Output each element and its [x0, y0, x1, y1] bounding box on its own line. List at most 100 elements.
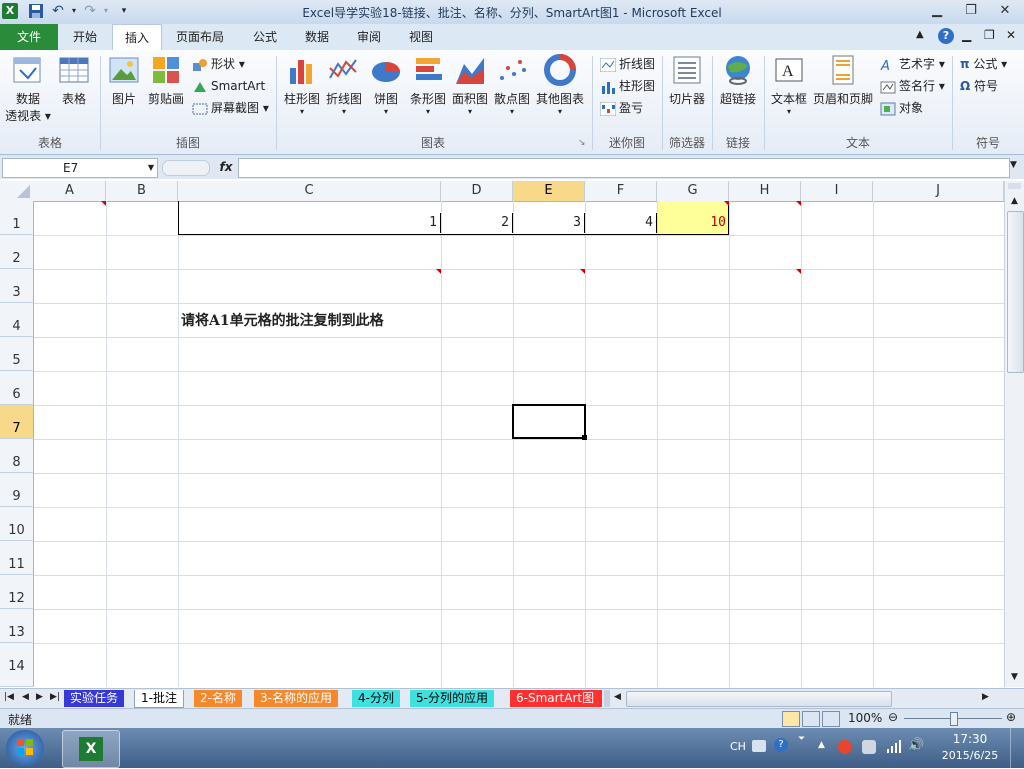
row-header-4[interactable]: 4 — [0, 303, 34, 337]
minimize-icon[interactable]: ▁ — [924, 2, 950, 20]
tab-review[interactable]: 审阅 — [346, 24, 392, 50]
zoom-in-icon[interactable]: ⊕ — [1006, 710, 1016, 724]
cell-g1[interactable]: 10 — [657, 213, 729, 233]
row-header-8[interactable]: 8 — [0, 439, 34, 473]
row-header-2[interactable]: 2 — [0, 235, 34, 269]
zoom-level[interactable]: 100% — [848, 711, 882, 725]
sheet-tab-split[interactable]: 4-分列 — [352, 690, 400, 707]
comment-indicator-h3[interactable] — [796, 269, 801, 274]
row-header-9[interactable]: 9 — [0, 473, 34, 507]
zoom-out-icon[interactable]: ⊖ — [888, 710, 898, 724]
area-chart-button[interactable]: 面积图 ▾ — [450, 54, 490, 116]
comment-indicator-a1[interactable] — [101, 201, 106, 206]
other-charts-button[interactable]: 其他图表 ▾ — [534, 54, 586, 116]
hscroll-right-icon[interactable]: ▶ — [982, 692, 989, 702]
screenshot-button[interactable]: 屏幕截图 ▾ — [192, 98, 269, 118]
sheet-tab-names[interactable]: 2-名称 — [194, 690, 242, 707]
comment-indicator-e3[interactable] — [580, 269, 585, 274]
network-icon[interactable] — [886, 739, 902, 756]
column-header-j[interactable]: J — [873, 181, 1004, 201]
collapse-ribbon-icon[interactable]: ▲ — [916, 29, 924, 40]
sparkline-line-button[interactable]: 折线图 — [599, 54, 655, 74]
comment-indicator-h1[interactable] — [796, 201, 801, 206]
column-header-a[interactable]: A — [34, 181, 106, 201]
windows-start-icon[interactable] — [6, 730, 44, 766]
symbol-button[interactable]: Ω 符号 — [960, 76, 998, 96]
clock-time[interactable]: 17:30 — [940, 732, 1000, 746]
vertical-scrollbar[interactable]: ▲ ▼ — [1004, 181, 1024, 687]
row-header-12[interactable]: 12 — [0, 575, 34, 609]
pivot-table-button[interactable]: 数据 透视表 ▾ — [4, 54, 52, 124]
tab-formulas[interactable]: 公式 — [242, 24, 288, 50]
cell-c4[interactable]: 请将A1单元格的批注复制到此格 — [181, 310, 481, 330]
show-hidden-icons[interactable]: ▲ — [818, 740, 825, 750]
tab-home[interactable]: 开始 — [62, 24, 108, 50]
ime-indicator[interactable]: CH — [730, 740, 746, 753]
prev-sheet-icon[interactable]: ◀ — [22, 692, 29, 702]
column-header-g[interactable]: G — [657, 181, 729, 201]
column-header-f[interactable]: F — [585, 181, 657, 201]
hscroll-left-icon[interactable]: ◀ — [614, 692, 621, 702]
normal-view-icon[interactable] — [782, 711, 800, 727]
row-header-10[interactable]: 10 — [0, 507, 34, 541]
sparkline-column-button[interactable]: 柱形图 — [600, 76, 655, 96]
action-center-icon[interactable] — [862, 740, 876, 754]
row-header-13[interactable]: 13 — [0, 609, 34, 643]
formula-bar-resize-handle[interactable] — [162, 160, 210, 176]
smartart-button[interactable]: SmartArt — [192, 76, 265, 96]
clipart-button[interactable]: 剪贴画 — [146, 54, 186, 107]
textbox-button[interactable]: A 文本框 ▾ — [768, 54, 810, 116]
sheet-tab-smartart[interactable]: 6-SmartArt图 — [510, 690, 602, 707]
close-icon[interactable]: ✕ — [992, 2, 1018, 20]
cell-c1[interactable]: 1 — [178, 213, 441, 233]
select-all-corner[interactable] — [0, 181, 35, 202]
first-sheet-icon[interactable]: |◀ — [4, 692, 14, 702]
object-button[interactable]: 对象 — [880, 98, 923, 118]
comment-indicator-g1[interactable] — [724, 201, 729, 206]
fill-handle[interactable] — [582, 435, 587, 440]
doc-minimize-icon[interactable]: ▁ — [962, 28, 971, 42]
formula-input[interactable] — [238, 158, 1010, 178]
signature-button[interactable]: 签名行 ▾ — [880, 76, 945, 96]
sparkline-winloss-button[interactable]: 盈亏 — [599, 98, 643, 118]
pie-chart-button[interactable]: 饼图 ▾ — [368, 54, 404, 116]
volume-icon[interactable]: 🔊 — [908, 738, 924, 753]
wordart-button[interactable]: A 艺术字 ▾ — [880, 54, 945, 74]
expand-formula-bar-icon[interactable]: ▼ — [1010, 160, 1017, 170]
cell-e1[interactable]: 3 — [513, 213, 585, 233]
row-header-3[interactable]: 3 — [0, 269, 34, 303]
insert-function-icon[interactable]: fx — [214, 158, 238, 176]
row-header-14[interactable]: 14 — [0, 643, 34, 687]
column-header-b[interactable]: B — [106, 181, 178, 201]
shapes-button[interactable]: 形状 ▾ — [192, 54, 245, 74]
row-header-1[interactable]: 1 — [0, 201, 34, 235]
table-button[interactable]: 表格 — [56, 54, 92, 107]
sheet-tab-comments[interactable]: 1-批注 — [134, 690, 184, 708]
column-header-e[interactable]: E — [513, 181, 585, 201]
ime-options-icon[interactable]: ⏷ — [798, 734, 805, 744]
row-header-5[interactable]: 5 — [0, 337, 34, 371]
next-sheet-icon[interactable]: ▶ — [36, 692, 43, 702]
page-layout-view-icon[interactable] — [802, 711, 820, 727]
page-break-view-icon[interactable] — [822, 711, 840, 727]
column-header-d[interactable]: D — [441, 181, 513, 201]
slicer-button[interactable]: 切片器 — [666, 54, 708, 107]
sheet-tab-names-usage[interactable]: 3-名称的应用 — [254, 690, 338, 707]
last-sheet-icon[interactable]: ▶| — [50, 692, 60, 702]
zoom-slider-thumb[interactable] — [950, 712, 958, 726]
picture-button[interactable]: 图片 — [106, 54, 142, 107]
cell-f1[interactable]: 4 — [585, 213, 657, 233]
security-tray-icon[interactable] — [838, 740, 852, 754]
hyperlink-button[interactable]: 超链接 — [716, 54, 760, 107]
sheet-tab-split-usage[interactable]: 5-分列的应用 — [410, 690, 494, 707]
row-header-11[interactable]: 11 — [0, 541, 34, 575]
horizontal-scroll-thumb[interactable] — [626, 691, 892, 707]
column-header-i[interactable]: I — [801, 181, 873, 201]
selected-cell-e7[interactable] — [512, 404, 586, 439]
name-box[interactable]: E7 ▼ — [2, 158, 158, 178]
column-chart-button[interactable]: 柱形图 ▾ — [282, 54, 322, 116]
tab-page-layout[interactable]: 页面布局 — [168, 24, 232, 50]
header-footer-button[interactable]: 页眉和页脚 — [812, 54, 874, 107]
help-icon[interactable]: ? — [938, 28, 954, 44]
name-box-dropdown-icon[interactable]: ▼ — [148, 159, 154, 177]
